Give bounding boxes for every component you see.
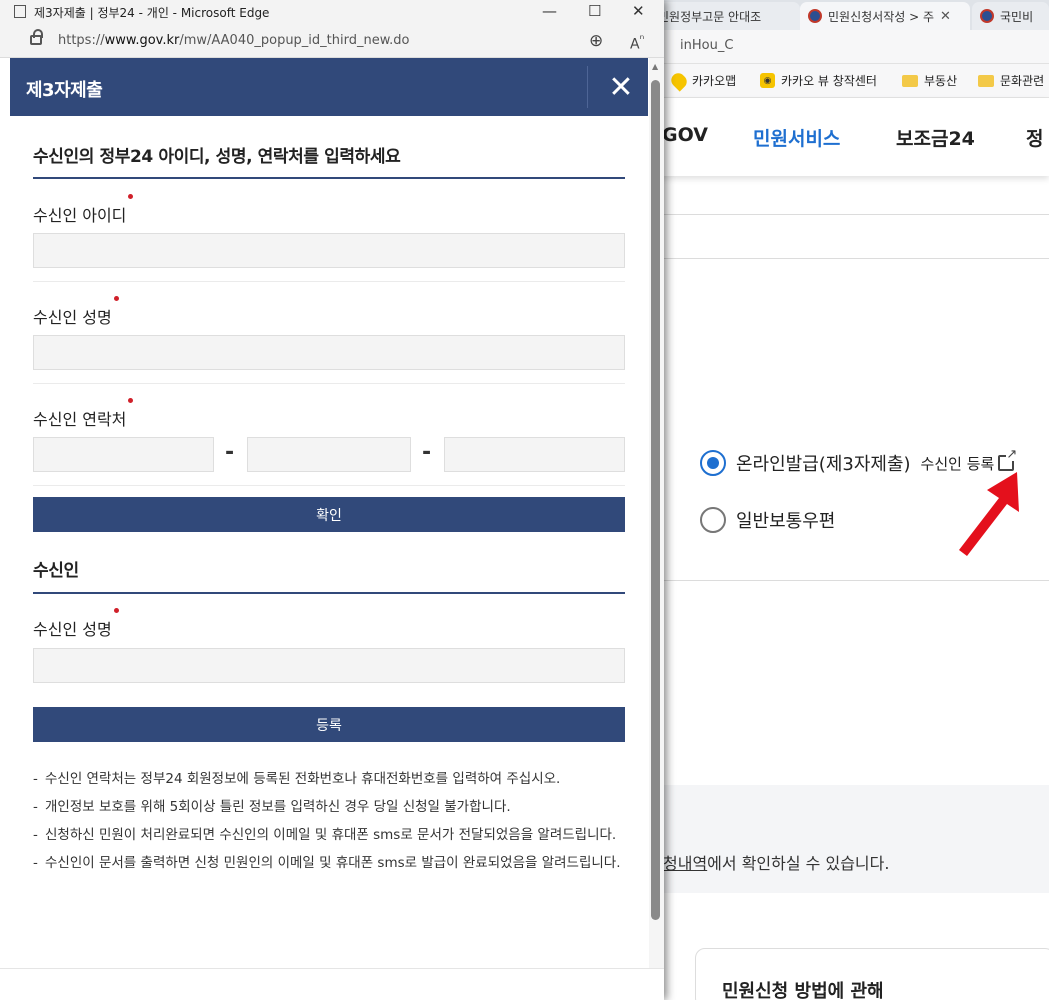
nav-item-gov[interactable]: GOV <box>662 124 708 146</box>
phone-part1-input[interactable] <box>33 437 214 472</box>
popup-url-bar[interactable]: https://www.gov.kr/mw/AA040_popup_id_thi… <box>0 24 664 58</box>
popup-header: 제3자제출 ✕ <box>10 58 648 116</box>
notice-item: 수신인이 문서를 출력하면 신청 민원인의 이메일 및 휴대폰 sms로 발급이… <box>33 851 625 875</box>
radio-checked-icon[interactable] <box>700 450 726 476</box>
bookmark-item[interactable]: 부동산 <box>902 72 957 89</box>
required-dot-icon <box>128 194 134 199</box>
confirm-button[interactable]: 확인 <box>33 497 625 532</box>
scroll-up-icon[interactable]: ▲ <box>652 62 658 71</box>
bookmark-item[interactable]: 문화관련 <box>978 72 1044 89</box>
close-icon[interactable]: ✕ <box>598 64 644 110</box>
background-tab[interactable]: 민원신청서작성 > 주 ✕ <box>800 2 970 30</box>
recipient-name2-input[interactable] <box>33 648 625 683</box>
history-info-text: 청내역에서 확인하실 수 있습니다. <box>663 854 890 873</box>
recipient-phone-label: 수신인 연락처 <box>33 398 134 430</box>
minimize-icon[interactable]: — <box>542 2 557 20</box>
popup-body: 수신인의 정부24 아이디, 성명, 연락처를 입력하세요 수신인 아이디 수신… <box>10 116 648 1000</box>
required-dot-icon <box>128 398 134 403</box>
tab-label: 민원신청서작성 > 주 <box>828 9 935 24</box>
notice-item: 수신인 연락처는 정부24 회원정보에 등록된 전화번호나 휴대전화번호를 입력… <box>33 767 625 791</box>
phone-separator: - <box>422 440 432 465</box>
read-aloud-icon[interactable]: Aⁿ <box>630 32 644 53</box>
radio-unchecked-icon[interactable] <box>700 507 726 533</box>
required-dot-icon <box>113 608 119 613</box>
guide-card[interactable]: 민원신청 방법에 관해 <box>695 948 1049 1000</box>
maximize-icon[interactable]: ☐ <box>588 2 601 20</box>
folder-icon <box>902 74 918 87</box>
zoom-icon[interactable]: ⊕ <box>589 31 603 51</box>
external-link-icon[interactable] <box>998 448 1018 471</box>
recipient-name-label: 수신인 성명 <box>33 296 119 328</box>
section-divider <box>33 592 625 594</box>
phone-separator: - <box>225 440 235 465</box>
recipient-name-input[interactable] <box>33 335 625 370</box>
notice-list: 수신인 연락처는 정부24 회원정보에 등록된 전화번호나 휴대전화번호를 입력… <box>33 767 625 879</box>
close-tab-icon[interactable]: ✕ <box>940 9 951 24</box>
gov-emblem-icon <box>808 9 822 23</box>
bookmark-item[interactable]: 카카오맵 <box>668 69 736 92</box>
scroll-thumb[interactable] <box>651 80 660 920</box>
header-divider <box>587 66 588 108</box>
nav-item-subsidy24[interactable]: 보조금24 <box>896 124 975 151</box>
section-title-input: 수신인의 정부24 아이디, 성명, 연락처를 입력하세요 <box>33 147 401 167</box>
divider <box>663 214 1049 215</box>
kakaomap-pin-icon <box>668 69 690 92</box>
section-divider <box>33 177 625 179</box>
notice-item: 신청하신 민원이 처리완료되면 수신인의 이메일 및 휴대폰 sms로 문서가 … <box>33 823 625 847</box>
popup-bottom-edge <box>0 968 664 1000</box>
recipient-id-label: 수신인 아이디 <box>33 194 134 226</box>
recipient-id-input[interactable] <box>33 233 625 268</box>
popup-window: 제3자제출 | 정부24 - 개인 - Microsoft Edge — ☐ ✕… <box>0 0 664 1000</box>
bookmark-item[interactable]: ◉ 카카오 뷰 창작센터 <box>760 72 877 89</box>
nav-item-more[interactable]: 정 <box>1026 124 1043 151</box>
popup-title-bar[interactable]: 제3자제출 | 정부24 - 개인 - Microsoft Edge — ☐ ✕ <box>0 0 664 24</box>
register-button[interactable]: 등록 <box>33 707 625 742</box>
guide-card-title: 민원신청 방법에 관해 <box>722 981 884 1000</box>
notice-item: 개인정보 보호를 위해 5회이상 틀린 정보를 입력하신 경우 당일 신청일 불… <box>33 795 625 819</box>
section-title-recipient: 수신인 <box>33 561 79 581</box>
option-label: 일반보통우편 <box>736 511 836 532</box>
divider <box>663 258 1049 259</box>
divider <box>663 580 1049 581</box>
row-divider <box>33 383 625 384</box>
gov-emblem-icon <box>980 9 994 23</box>
popup-url[interactable]: https://www.gov.kr/mw/AA040_popup_id_thi… <box>58 33 410 48</box>
delivery-option-mail[interactable]: 일반보통우편 <box>700 507 835 533</box>
phone-part3-input[interactable] <box>444 437 625 472</box>
background-tab[interactable]: 민원정부고문 안대조 <box>650 2 800 30</box>
required-dot-icon <box>113 296 119 301</box>
page-icon <box>14 5 26 18</box>
tab-label: 민원정부고문 안대조 <box>658 9 762 24</box>
recipient-name2-label: 수신인 성명 <box>33 608 119 640</box>
popup-window-title: 제3자제출 | 정부24 - 개인 - Microsoft Edge <box>34 6 270 20</box>
popup-title: 제3자제출 <box>26 80 103 101</box>
phone-part2-input[interactable] <box>247 437 411 472</box>
kakao-view-icon: ◉ <box>760 73 775 88</box>
info-strip <box>663 785 1049 893</box>
row-divider <box>33 485 625 486</box>
option-label: 온라인발급(제3자제출) <box>736 454 911 475</box>
folder-icon <box>978 74 994 87</box>
annotation-arrow-icon <box>959 472 1019 556</box>
popup-scrollbar[interactable]: ▲ <box>649 58 664 1000</box>
lock-icon[interactable] <box>30 29 43 45</box>
history-link[interactable]: 청내역 <box>663 854 707 873</box>
nav-item-civil-services[interactable]: 민원서비스 <box>753 124 840 151</box>
address-fragment: inHou_C <box>680 38 734 53</box>
row-divider <box>33 281 625 282</box>
tab-label: 국민비 <box>1000 9 1034 24</box>
background-tab[interactable]: 국민비 <box>972 2 1049 30</box>
window-close-icon[interactable]: ✕ <box>632 2 645 20</box>
